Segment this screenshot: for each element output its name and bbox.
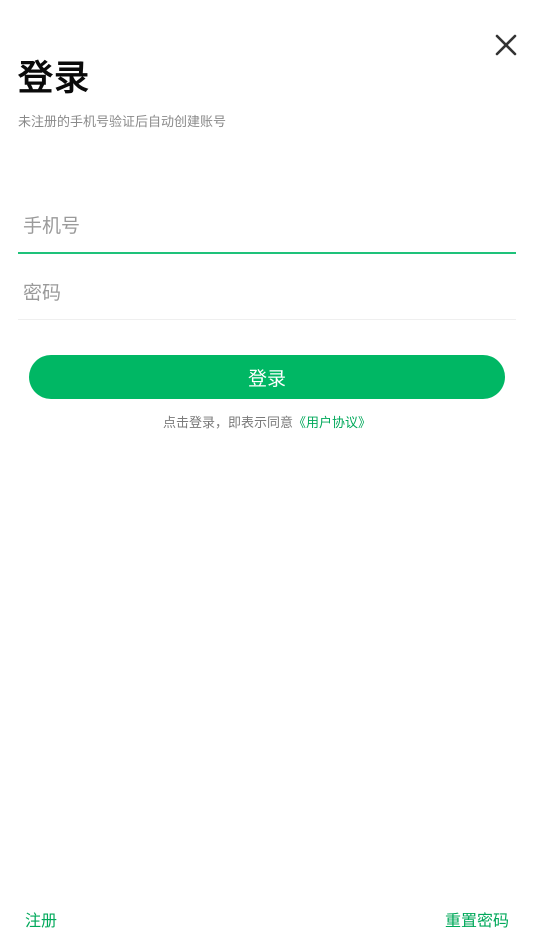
phone-field xyxy=(18,200,516,254)
password-field xyxy=(18,267,516,320)
close-icon xyxy=(495,34,517,56)
close-button[interactable] xyxy=(489,28,523,62)
page-subtitle: 未注册的手机号验证后自动创建账号 xyxy=(18,115,227,130)
page-title: 登录 xyxy=(18,59,91,99)
register-link[interactable]: 注册 xyxy=(25,910,57,932)
login-button[interactable]: 登录 xyxy=(29,355,505,399)
agreement-text: 点击登录，即表示同意 xyxy=(162,416,293,431)
password-input[interactable] xyxy=(18,267,516,319)
reset-password-link[interactable]: 重置密码 xyxy=(445,910,509,932)
agreement-notice: 点击登录，即表示同意《用户协议》 xyxy=(0,415,534,433)
user-agreement-link[interactable]: 《用户协议》 xyxy=(293,416,371,431)
phone-input[interactable] xyxy=(18,200,516,252)
